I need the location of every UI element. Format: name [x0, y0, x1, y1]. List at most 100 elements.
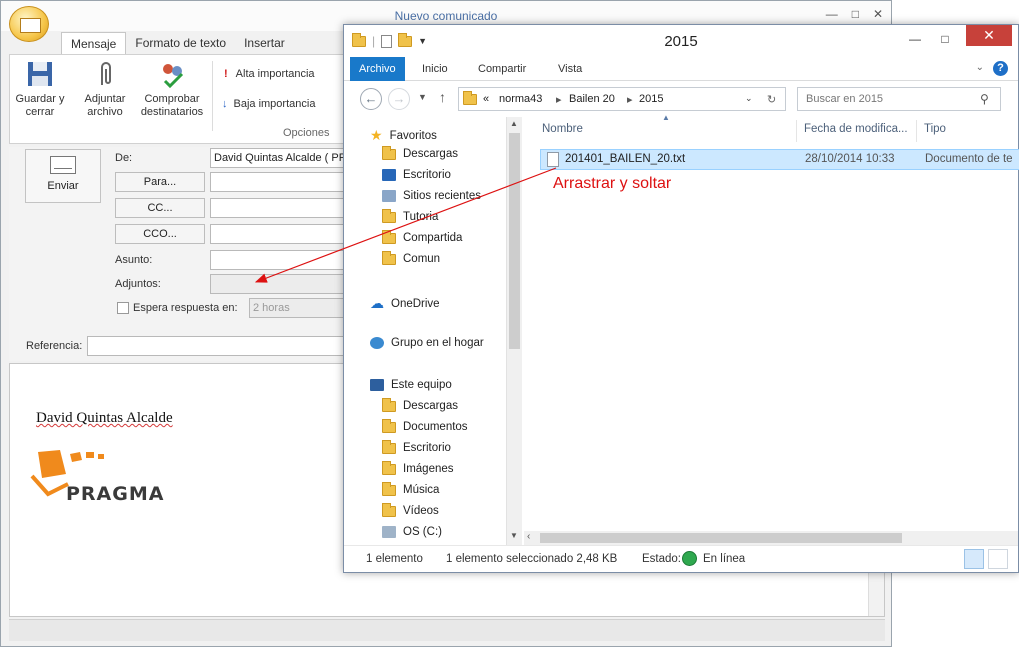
list-hscrollbar[interactable]: ‹ [524, 531, 1018, 545]
reference-field[interactable] [87, 336, 349, 356]
breadcrumb-separator[interactable]: ▸ [556, 93, 562, 106]
signature-name: David Quintas Alcalde [36, 410, 173, 426]
help-icon[interactable]: ? [993, 61, 1008, 76]
cc-field[interactable] [210, 198, 350, 218]
cc-button[interactable]: CC... [115, 198, 205, 218]
column-fecha[interactable]: Fecha de modifica... [804, 123, 908, 135]
compose-tabs: Mensaje Formato de texto Insertar [61, 32, 294, 54]
attachments-field[interactable] [210, 274, 350, 294]
address-overflow[interactable]: « [483, 93, 489, 105]
breadcrumb-separator[interactable]: ▸ [627, 93, 633, 106]
sort-arrow-icon: ▲ [662, 113, 670, 122]
to-field[interactable] [210, 172, 350, 192]
forward-icon[interactable]: → [388, 88, 410, 110]
scroll-down-icon[interactable]: ▼ [510, 531, 518, 540]
nav-este-equipo[interactable]: Este equipo [370, 379, 452, 391]
high-importance-button[interactable]: ! Alta importancia [224, 68, 315, 80]
nav-favoritos[interactable]: ★ Favoritos [370, 127, 437, 144]
wait-reply-checkbox[interactable] [117, 302, 129, 314]
nav-label: Este equipo [391, 379, 452, 391]
list-hscroll-thumb[interactable] [540, 533, 902, 543]
down-arrow-icon: ↓ [222, 98, 228, 110]
file-date: 28/10/2014 10:33 [805, 153, 895, 165]
back-icon[interactable]: ← [360, 88, 382, 110]
to-button[interactable]: Para... [115, 172, 205, 192]
downloads-folder-icon [382, 145, 396, 160]
reference-label: Referencia: [26, 340, 83, 352]
address-bar[interactable]: « norma43 ▸ Bailen 20 ▸ 2015 ⌄ ↻ [458, 87, 786, 111]
tab-inicio[interactable]: Inicio [412, 57, 458, 81]
explorer-maximize-icon[interactable]: □ [932, 29, 958, 49]
breadcrumb-2015[interactable]: 2015 [639, 93, 663, 105]
nav-fav-descargas[interactable]: Descargas [382, 145, 458, 160]
nav-label: OneDrive [391, 297, 440, 310]
wait-reply-select[interactable]: 2 horas [249, 298, 349, 318]
expand-ribbon-icon[interactable]: ⌄ [976, 62, 984, 73]
breadcrumb-bailen20[interactable]: Bailen 20 [569, 93, 615, 105]
send-button[interactable]: Enviar [25, 149, 101, 203]
tab-compartir[interactable]: Compartir [468, 57, 536, 81]
attach-file-button[interactable]: Adjuntar archivo [78, 59, 132, 119]
attachments-label: Adjuntos: [115, 278, 161, 290]
scroll-up-icon[interactable]: ▲ [510, 119, 518, 128]
nav-fav-escritorio[interactable]: Escritorio [382, 169, 451, 181]
minimize-icon[interactable]: — [826, 7, 838, 21]
column-separator[interactable] [916, 120, 917, 142]
nav-pc-documentos[interactable]: Documentos [382, 418, 468, 433]
refresh-icon[interactable]: ↻ [767, 93, 776, 106]
nav-label: Sitios recientes [403, 190, 481, 202]
tab-vista[interactable]: Vista [548, 57, 592, 81]
recent-locations-icon[interactable]: ▼ [418, 92, 427, 102]
from-field[interactable]: David Quintas Alcalde ( PRA [210, 148, 350, 168]
column-nombre[interactable]: Nombre [542, 123, 583, 135]
up-icon[interactable]: ↑ [439, 89, 446, 105]
nav-homegroup[interactable]: Grupo en el hogar [370, 337, 484, 349]
file-row[interactable]: 201401_BAILEN_20.txt 28/10/2014 10:33 Do… [540, 149, 1019, 170]
search-icon[interactable]: ⚲ [980, 92, 989, 106]
tab-formato-texto[interactable]: Formato de texto [126, 32, 235, 54]
navigation-pane: ★ Favoritos Descargas Escritorio Sitios r… [344, 117, 522, 545]
search-input[interactable]: Buscar en 2015 [797, 87, 1001, 111]
subject-field[interactable] [210, 250, 350, 270]
bcc-field[interactable] [210, 224, 350, 244]
nav-fav-compartida[interactable]: Compartida [382, 229, 462, 244]
scroll-left-icon[interactable]: ‹ [527, 531, 530, 542]
explorer-titlebar: | ▼ 2015 — □ ✕ [344, 25, 1018, 57]
details-view-icon[interactable] [964, 549, 984, 569]
check-recipients-label: Comprobar destinatarios [140, 93, 204, 118]
nav-pc-descargas[interactable]: Descargas [382, 397, 458, 412]
check-recipients-button[interactable]: Comprobar destinatarios [136, 59, 208, 119]
tab-insertar[interactable]: Insertar [235, 32, 294, 54]
close-icon[interactable]: ✕ [873, 7, 883, 21]
column-separator[interactable] [796, 120, 797, 142]
nav-fav-comun[interactable]: Comun [382, 250, 440, 265]
save-close-button[interactable]: Guardar y cerrar [14, 59, 66, 119]
compose-window-controls: — □ ✕ [826, 7, 883, 21]
nav-onedrive[interactable]: ☁ OneDrive [370, 295, 440, 312]
nav-scrollbar[interactable]: ▲ ▼ [506, 117, 522, 545]
maximize-icon[interactable]: □ [852, 7, 859, 21]
nav-pc-imagenes[interactable]: Imágenes [382, 460, 454, 475]
low-importance-label: Baja importancia [233, 98, 316, 110]
breadcrumb-norma43[interactable]: norma43 [499, 93, 542, 105]
column-tipo[interactable]: Tipo [924, 123, 946, 135]
large-icons-view-icon[interactable] [988, 549, 1008, 569]
nav-pc-escritorio[interactable]: Escritorio [382, 439, 451, 454]
compose-title: Nuevo comunicado [394, 9, 498, 23]
nav-pc-videos[interactable]: Vídeos [382, 502, 439, 517]
explorer-close-icon[interactable]: ✕ [966, 25, 1012, 46]
nav-pc-musica[interactable]: Música [382, 481, 439, 496]
bcc-button[interactable]: CCO... [115, 224, 205, 244]
nav-scroll-thumb[interactable] [509, 133, 520, 349]
nav-fav-recientes[interactable]: Sitios recientes [382, 190, 481, 202]
nav-label: Escritorio [403, 169, 451, 181]
recent-places-icon [382, 190, 396, 202]
nav-pc-os-c[interactable]: OS (C:) [382, 526, 442, 538]
tab-mensaje[interactable]: Mensaje [61, 32, 127, 54]
nav-fav-tutoria[interactable]: Tutoria [382, 208, 438, 223]
address-dropdown-icon[interactable]: ⌄ [745, 93, 753, 104]
explorer-minimize-icon[interactable]: — [902, 29, 928, 49]
address-row: ← → ▼ ↑ « norma43 ▸ Bailen 20 ▸ 2015 ⌄ ↻… [344, 82, 1018, 116]
tab-archivo[interactable]: Archivo [350, 57, 405, 81]
low-importance-button[interactable]: ↓ Baja importancia [222, 98, 315, 110]
